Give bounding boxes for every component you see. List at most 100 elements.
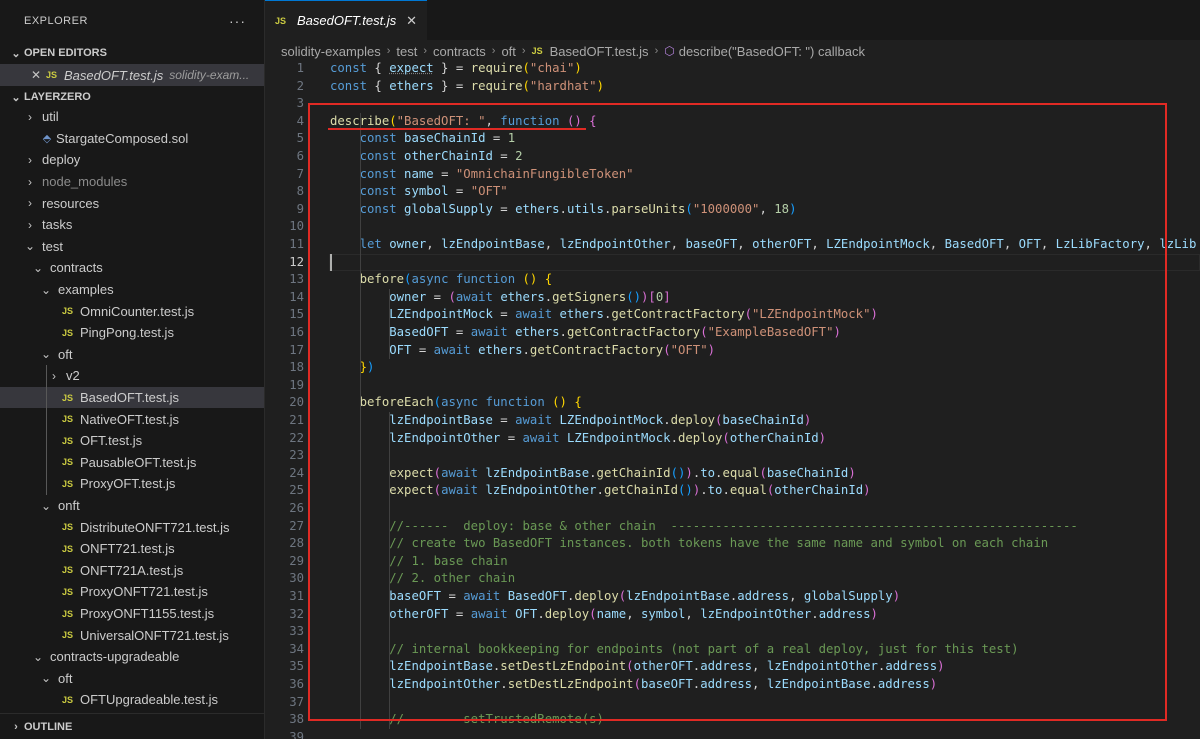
breadcrumb-item[interactable]: BasedOFT.test.js: [550, 44, 649, 59]
line-number: 4: [296, 113, 304, 128]
line-number: 29: [289, 553, 304, 568]
chevron-right-icon: ›: [491, 45, 496, 57]
code-editor[interactable]: 1 const { expect } = require("chai") 2 cons…: [265, 60, 1200, 739]
tree-file[interactable]: JS BasedOFT.test.js: [0, 386, 264, 409]
js-file-icon: JS: [62, 586, 74, 597]
more-actions-icon[interactable]: ···: [229, 13, 246, 29]
code-token: (): [626, 289, 641, 304]
code-token: ,: [626, 606, 641, 621]
tree-folder[interactable]: ⌄ oft: [0, 344, 264, 366]
chevron-down-icon: ⌄: [40, 671, 52, 686]
code-text: before(async function () {: [330, 271, 553, 289]
tree-file[interactable]: JS ONFT721A.test.js: [0, 560, 264, 582]
tree-folder[interactable]: ⌄ examples: [0, 279, 264, 301]
code-token: (): [522, 272, 538, 287]
tree-folder[interactable]: ⌄ test: [0, 236, 264, 258]
tree-file[interactable]: JS OmniCounter.test.js: [0, 300, 264, 322]
breadcrumb-item[interactable]: contracts: [433, 44, 486, 59]
tree-folder[interactable]: ⌄ oft: [0, 668, 264, 690]
breadcrumb-item[interactable]: oft: [501, 44, 515, 59]
code-token: ,: [929, 237, 945, 251]
js-file-icon: JS: [275, 15, 287, 26]
line-number: 15: [289, 307, 304, 322]
tree-folder[interactable]: › tasks: [0, 214, 264, 236]
code-line: 25 expect(await lzEndpointOther.getChain…: [265, 482, 1200, 500]
tree-file[interactable]: JS PingPong.test.js: [0, 322, 264, 344]
outline-section[interactable]: › OUTLINE: [0, 713, 264, 739]
tree-file[interactable]: JS ProxyOFT.test.js: [0, 473, 264, 495]
tree-item-label: oft: [58, 670, 73, 686]
code-token: =: [492, 413, 516, 427]
close-icon[interactable]: ✕: [406, 13, 417, 29]
code-token: =: [492, 201, 516, 216]
explorer-title: EXPLORER: [24, 15, 88, 27]
code-token: getChainId: [603, 483, 678, 498]
code-token: .: [559, 201, 567, 216]
chevron-down-icon: ⌄: [40, 282, 52, 297]
code-token: async: [441, 395, 486, 410]
tree-file[interactable]: JS OFT.test.js: [0, 430, 264, 452]
code-token: ): [833, 325, 841, 339]
tree-file[interactable]: ⬘ StargateComposed.sol: [0, 128, 264, 150]
close-icon[interactable]: ✕: [26, 68, 46, 82]
code-text: otherOFT = await OFT.deploy(name, symbol…: [330, 606, 878, 624]
line-number: 31: [289, 589, 304, 603]
open-editor-desc: solidity-exam...: [169, 68, 250, 82]
open-editor-item[interactable]: ✕ JS BasedOFT.test.js solidity-exam...: [0, 64, 264, 86]
tree-folder[interactable]: › v2: [0, 365, 264, 387]
code-line: 10: [265, 218, 1200, 236]
tree-folder[interactable]: ⌄ contracts-upgradeable: [0, 646, 264, 668]
tab-basedoft-test[interactable]: JS BasedOFT.test.js ✕: [265, 0, 427, 40]
code-text: }): [330, 359, 375, 377]
code-token: 2: [515, 149, 523, 163]
code-token: globalSupply: [404, 201, 493, 216]
tree-file[interactable]: JS OFTUpgradeable.test.js: [0, 689, 264, 711]
code-token: otherChainId: [774, 483, 864, 498]
code-token: lzEndpointBase: [485, 465, 590, 480]
tree-folder[interactable]: › util: [0, 106, 264, 128]
chevron-right-icon: ›: [28, 174, 32, 189]
code-token: BasedOFT: [944, 237, 1004, 251]
code-token: const: [359, 166, 405, 181]
code-token: require: [470, 61, 523, 75]
code-text: [330, 729, 389, 739]
code-token: otherChainId: [404, 149, 493, 163]
code-token: baseOFT: [640, 677, 693, 691]
code-token: name: [596, 606, 627, 621]
tree-folder[interactable]: ⌄ contracts: [0, 257, 264, 279]
js-file-icon: JS: [62, 457, 74, 468]
tree-file[interactable]: JS PausableOFT.test.js: [0, 452, 264, 474]
tree-folder[interactable]: ⌄ onft: [0, 495, 264, 517]
tree-item-label: StargateComposed.sol: [56, 130, 189, 146]
js-file-icon: JS: [62, 392, 74, 403]
code-token: lzEndpointOther: [766, 659, 878, 674]
breadcrumb-item[interactable]: describe("BasedOFT: ") callback: [679, 44, 865, 59]
tree-file[interactable]: JS DistributeONFT721.test.js: [0, 516, 264, 538]
code-line: 5 const baseChainId = 1: [265, 130, 1200, 148]
code-token: ): [892, 589, 901, 603]
indent-guide: [389, 288, 391, 360]
workspace-section[interactable]: ⌄ LAYERZERO: [0, 86, 264, 108]
breadcrumb-item[interactable]: solidity-examples: [281, 44, 381, 59]
breadcrumb-item[interactable]: test: [396, 44, 417, 59]
code-token: await: [515, 307, 560, 322]
tree-file[interactable]: JS UniversalONFT721.test.js: [0, 624, 264, 646]
code-token: "BasedOFT: ": [396, 113, 486, 128]
tree-file[interactable]: JS NativeOFT.test.js: [0, 408, 264, 430]
tree-folder[interactable]: › node_modules: [0, 171, 264, 193]
line-number: 23: [289, 448, 304, 463]
tree-item-label: resources: [42, 195, 100, 211]
tree-file[interactable]: JS ProxyONFT1155.test.js: [0, 603, 264, 625]
code-token: //------ deploy: base & other chain ----…: [389, 518, 1078, 533]
tree-item-label: DistributeONFT721.test.js: [80, 519, 230, 535]
code-token: (): [678, 483, 693, 498]
tree-file[interactable]: JS ProxyONFT721.test.js: [0, 581, 264, 603]
code-token: deploy: [670, 413, 716, 427]
code-token: LZEndpointMock: [559, 413, 664, 427]
tree-folder[interactable]: › resources: [0, 192, 264, 214]
code-token: expect: [389, 61, 434, 75]
tree-folder[interactable]: › deploy: [0, 149, 264, 171]
open-editors-section[interactable]: ⌄ OPEN EDITORS: [0, 42, 264, 64]
tree-file[interactable]: JS ONFT721.test.js: [0, 538, 264, 560]
